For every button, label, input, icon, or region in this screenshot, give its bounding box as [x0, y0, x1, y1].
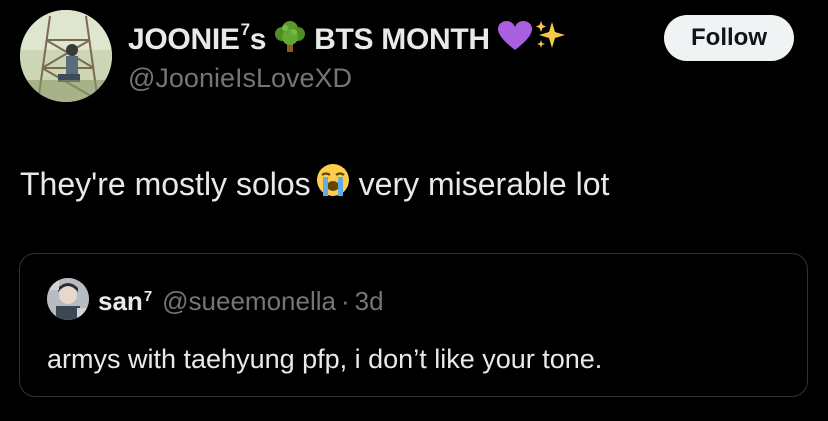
sparkles-emoji-icon — [534, 20, 568, 60]
follow-button[interactable]: Follow — [664, 15, 794, 61]
separator-dot: · — [340, 286, 350, 316]
quoted-tweet-text: armys with taehyung pfp, i don’t like yo… — [47, 344, 603, 374]
tweet-text-part-1: They're mostly solos — [20, 165, 311, 202]
author-handle[interactable]: @JoonieIsLoveXD — [128, 63, 352, 94]
loudly-crying-face-icon — [315, 162, 351, 206]
author-avatar-image — [20, 10, 112, 102]
quoted-author-superscript: 7 — [143, 288, 153, 305]
quoted-tweet-header: san7 @sueemonella · 3d — [98, 286, 384, 317]
author-name-suffix: s — [249, 23, 267, 56]
author-avatar[interactable] — [20, 10, 112, 102]
quoted-author-name[interactable]: san7 — [98, 286, 152, 317]
quoted-tweet-card[interactable]: san7 @sueemonella · 3d armys with taehyu… — [19, 253, 808, 397]
tweet-text-part-2: very miserable lot — [358, 165, 610, 202]
tree-emoji-icon — [274, 19, 306, 61]
quoted-tweet-timestamp[interactable]: 3d — [355, 286, 384, 317]
quoted-author-display-name: san — [98, 286, 143, 316]
quoted-avatar-image — [47, 278, 89, 320]
author-display-name: JOONIE — [128, 23, 240, 56]
author-name-superscript: 7 — [240, 20, 250, 39]
tweet-text: They're mostly solos very miserable lot — [20, 162, 609, 206]
quoted-author-avatar[interactable] — [47, 278, 89, 320]
quoted-author-handle[interactable]: @sueemonella — [162, 286, 336, 317]
purple-heart-emoji-icon — [497, 21, 532, 59]
author-name-row[interactable]: JOONIE 7 s BTS MONTH — [128, 19, 576, 61]
author-name-tail: BTS MONTH — [314, 23, 490, 56]
